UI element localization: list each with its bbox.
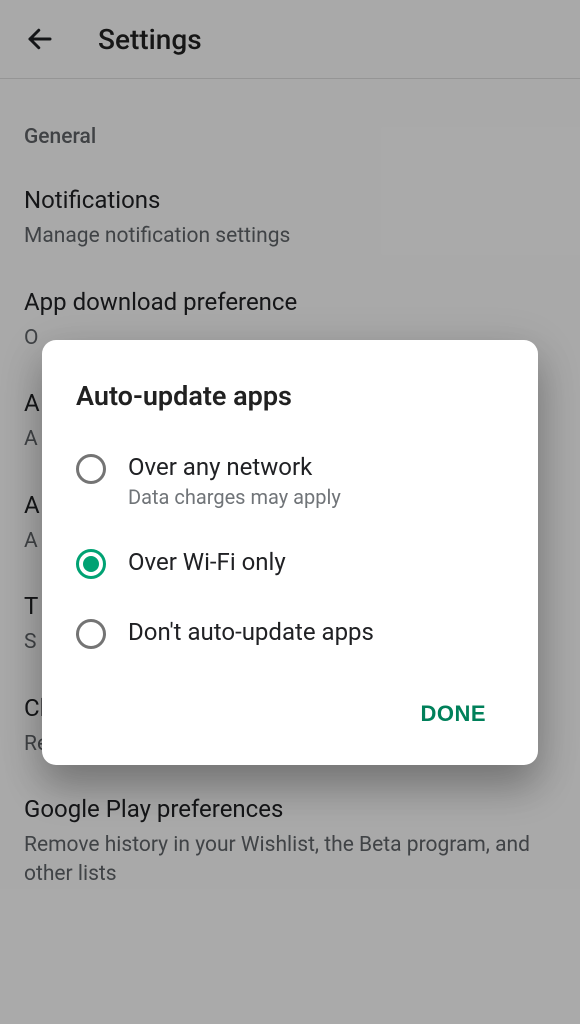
radio-icon: [76, 454, 106, 484]
option-title: Over Wi-Fi only: [128, 547, 286, 577]
option-sub: Data charges may apply: [128, 485, 341, 509]
radio-icon: [76, 619, 106, 649]
radio-icon: [76, 549, 106, 579]
radio-option-any-network[interactable]: Over any network Data charges may apply: [76, 452, 504, 509]
done-button[interactable]: DONE: [406, 691, 500, 737]
auto-update-dialog: Auto-update apps Over any network Data c…: [42, 340, 538, 765]
radio-labels: Over any network Data charges may apply: [128, 452, 341, 509]
dialog-actions: DONE: [76, 687, 504, 753]
radio-option-dont-update[interactable]: Don't auto-update apps: [76, 617, 504, 649]
radio-option-wifi-only[interactable]: Over Wi-Fi only: [76, 547, 504, 579]
radio-labels: Don't auto-update apps: [128, 617, 374, 647]
radio-labels: Over Wi-Fi only: [128, 547, 286, 577]
dialog-title: Auto-update apps: [76, 380, 504, 412]
option-title: Over any network: [128, 452, 341, 482]
option-title: Don't auto-update apps: [128, 617, 374, 647]
